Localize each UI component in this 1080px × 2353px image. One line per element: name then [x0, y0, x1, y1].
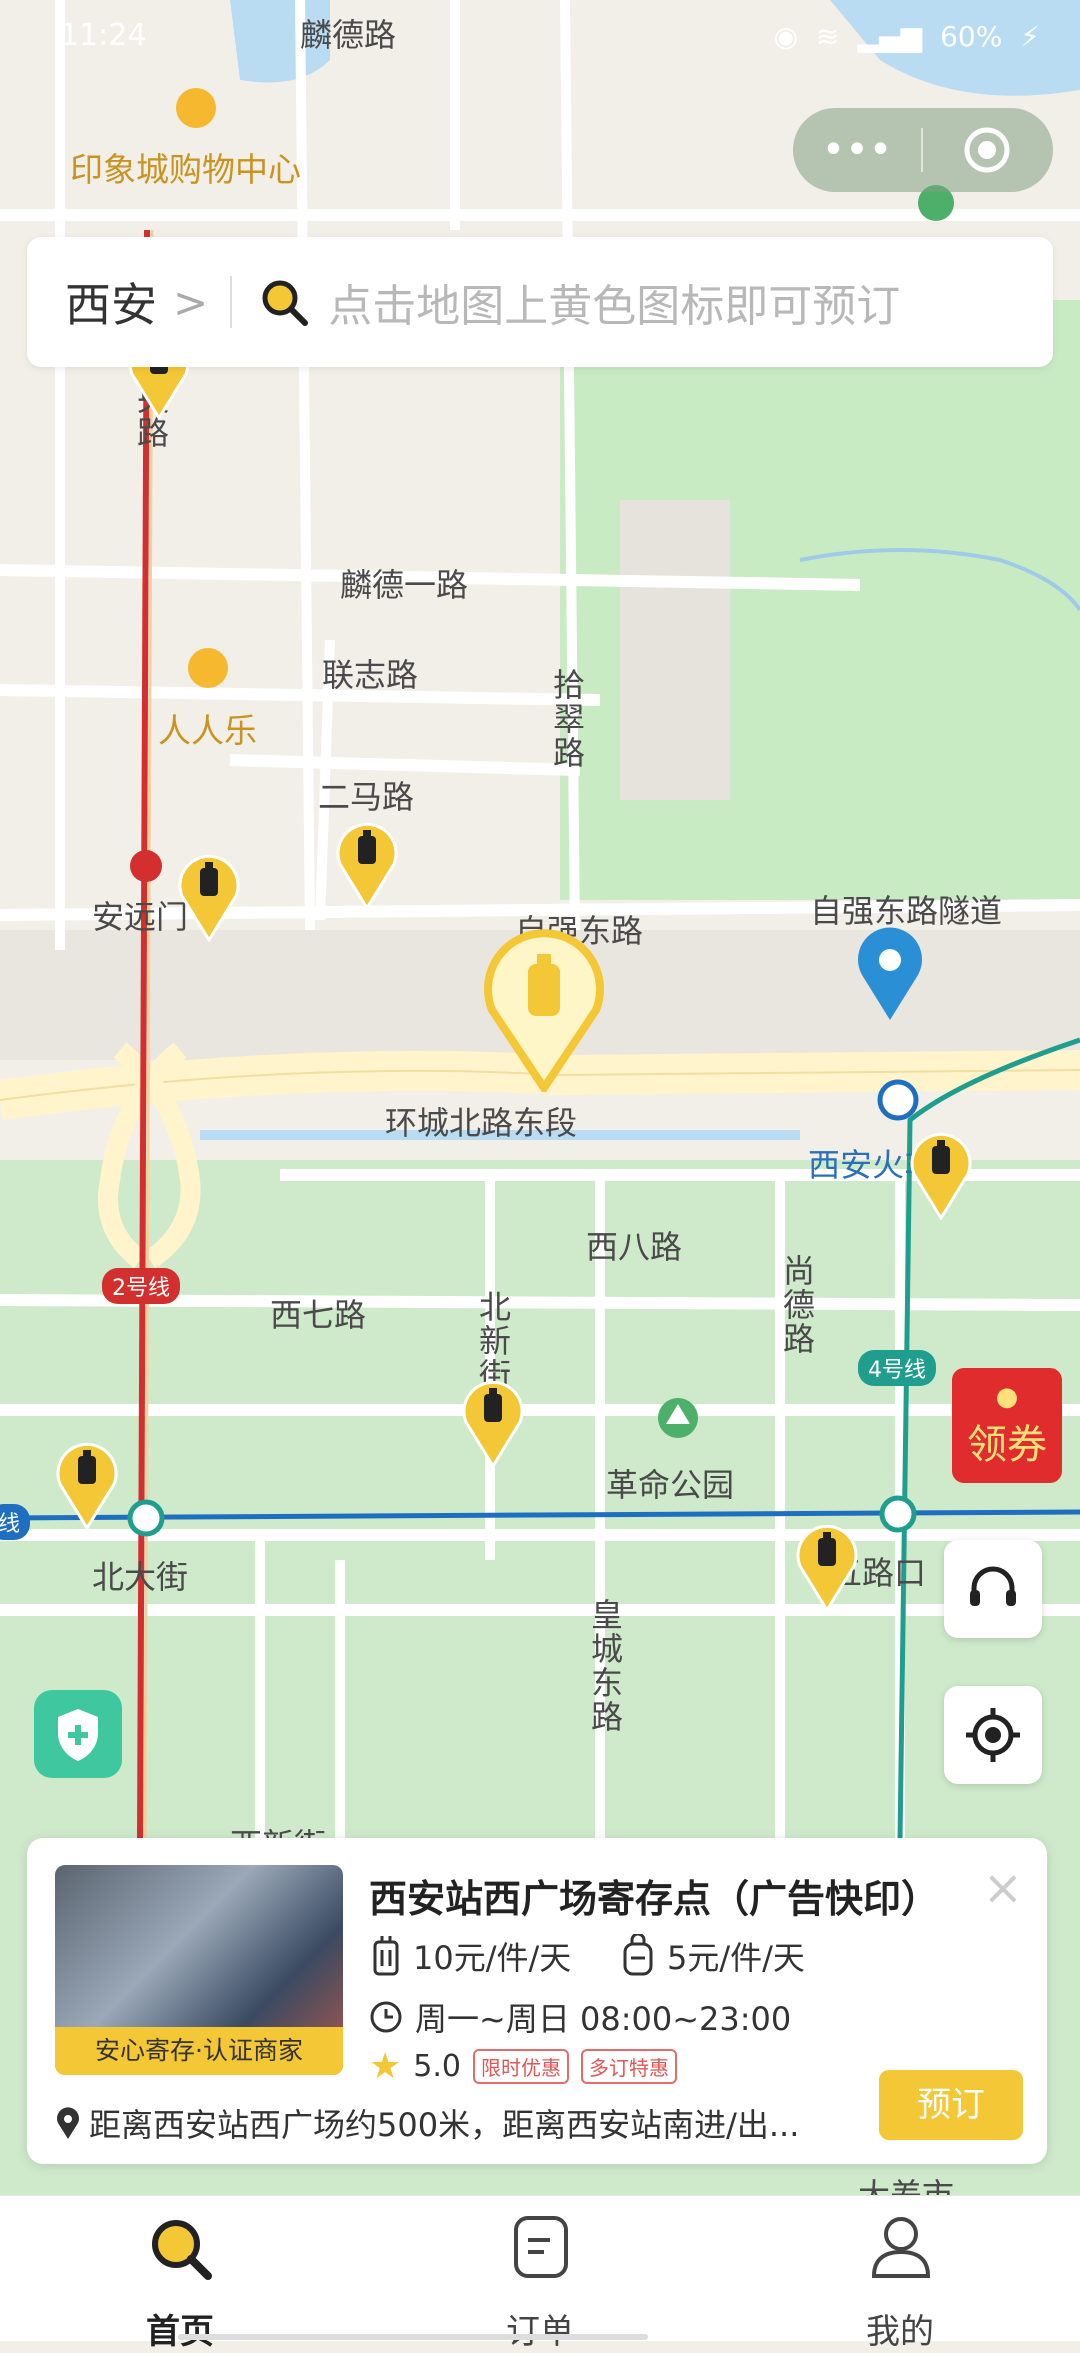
line-4-badge: 4号线: [858, 1350, 936, 1386]
bottom-tab-bar: 首页 订单 我的: [0, 2195, 1080, 2352]
storage-detail-card[interactable]: 安心寄存·认证商家 西安站西广场寄存点（广告快印） × 10元/件/天 5元/件…: [27, 1838, 1047, 2164]
promo-tag: 多订特惠: [581, 2049, 677, 2084]
target-close-icon[interactable]: [923, 126, 1051, 174]
street-xiba: 西八路: [586, 1228, 683, 1266]
charging-icon: ⚡: [1020, 20, 1040, 53]
luggage-price: 10元/件/天: [369, 1933, 571, 1979]
search-input[interactable]: 点击地图上黄色图标即可预订: [328, 270, 900, 334]
coupon-icon: ●: [995, 1382, 1019, 1412]
street-shangde: 尚德路: [778, 1254, 816, 1356]
storage-title: 西安站西广场寄存点（广告快印）: [369, 1877, 940, 1921]
station-xian-rail[interactable]: [877, 1079, 919, 1121]
coupon-label: 领券: [967, 1422, 1047, 1468]
storage-pin[interactable]: [796, 1522, 858, 1612]
station-wulukou[interactable]: [879, 1495, 917, 1533]
close-icon[interactable]: ×: [983, 1860, 1023, 1916]
street-erma: 二马路: [318, 778, 415, 816]
promo-tag: 限时优惠: [473, 2049, 569, 2084]
street-ziqiang-tunnel: 自强东路隧道: [810, 892, 1003, 930]
rating-score: 5.0: [413, 2049, 461, 2084]
poi-yinxiang-mall[interactable]: 印象城购物中心: [70, 143, 301, 191]
backpack-icon: [623, 1934, 653, 1976]
selected-storage-pin[interactable]: [482, 926, 606, 1092]
tab-orders[interactable]: 订单: [440, 2196, 640, 2352]
opening-hours-text: 周一~周日 08:00~23:00: [415, 2000, 792, 2038]
street-linde-1: 麟德一路: [340, 566, 469, 604]
block-gray: [620, 500, 730, 800]
bag-price: 5元/件/天: [619, 1933, 805, 1979]
headset-icon: [970, 1566, 1016, 1606]
park-tree-icon: [658, 1398, 698, 1438]
station-beidajie[interactable]: [127, 1499, 165, 1537]
status-right: ◉ ≋ ▂▄▆ 60% ⚡: [774, 20, 1040, 53]
street-beidajie: 北大街: [92, 1558, 189, 1596]
street-beixinjie: 北新街: [474, 1290, 512, 1392]
storage-pin[interactable]: [462, 1378, 524, 1468]
search-icon: [152, 2220, 212, 2280]
status-time: 11:24: [60, 18, 147, 53]
street-huancheng-north-east: 环城北路东段: [385, 1104, 578, 1142]
tab-profile[interactable]: 我的: [800, 2196, 1000, 2352]
suitcase-icon: [373, 1936, 399, 1976]
street-anyuanmen: 安远门: [92, 898, 189, 936]
mini-program-capsule: •••: [793, 108, 1053, 192]
street-xiqi: 西七路: [270, 1296, 367, 1334]
tab-home[interactable]: 首页: [80, 2196, 280, 2352]
address-text: 距离西安站西广场约500米，距离西安站南进/出...: [89, 2106, 800, 2144]
order-icon: [514, 2216, 568, 2278]
line-2-badge: 2号线: [102, 1268, 180, 1304]
address-row: 距离西安站西广场约500米，距离西安站南进/出...: [55, 2100, 799, 2146]
tab-orders-label: 订单: [506, 2312, 574, 2352]
chevron-right-icon[interactable]: >: [173, 278, 208, 327]
search-bar[interactable]: 西安 > 点击地图上黄色图标即可预订: [27, 237, 1053, 367]
search-icon: [262, 280, 309, 326]
clock-icon: [370, 2001, 402, 2033]
search-divider: [230, 276, 233, 328]
rating-row: ★ 5.0 限时优惠 多订特惠: [369, 2046, 677, 2087]
locate-button[interactable]: [944, 1686, 1042, 1784]
coupon-button[interactable]: ● 领券: [952, 1368, 1062, 1483]
city-selector[interactable]: 西安: [65, 269, 157, 335]
customer-service-button[interactable]: [944, 1540, 1042, 1638]
mall-poi-icon: [176, 88, 216, 128]
luggage-price-text: 10元/件/天: [413, 1939, 572, 1977]
storage-photo[interactable]: 安心寄存·认证商家: [55, 1865, 343, 2075]
line-1-badge: 线: [0, 1504, 31, 1540]
tab-home-label: 首页: [146, 2312, 214, 2352]
user-icon: [871, 2217, 931, 2278]
wifi-icon: ≋: [816, 20, 840, 53]
storage-pin[interactable]: [336, 820, 398, 910]
bag-price-text: 5元/件/天: [667, 1939, 805, 1977]
locate-icon: [966, 1708, 1020, 1762]
battery-level: 60%: [940, 20, 1003, 53]
more-dots-icon[interactable]: •••: [793, 130, 921, 170]
shield-plus-icon: [58, 1709, 98, 1761]
signal-icon: ▂▄▆: [857, 20, 923, 53]
street-lianzhi: 联志路: [322, 656, 419, 694]
certified-badge: 安心寄存·认证商家: [55, 2027, 343, 2075]
poi-geming-park[interactable]: 革命公园: [606, 1460, 734, 1506]
station-anyuanmen[interactable]: [130, 850, 162, 882]
storage-pin[interactable]: [910, 1130, 972, 1220]
tab-profile-label: 我的: [866, 2312, 934, 2352]
storage-pin[interactable]: [56, 1440, 118, 1530]
street-shicui: 拾翠路: [548, 668, 586, 770]
street-huangcheng-east: 皇城东路: [586, 1598, 624, 1734]
opening-hours: 周一~周日 08:00~23:00: [369, 1994, 791, 2040]
star-icon: ★: [369, 2046, 402, 2087]
storage-pin[interactable]: [178, 852, 240, 942]
poi-renrenle[interactable]: 人人乐: [158, 704, 257, 752]
location-status-icon: ◉: [773, 20, 799, 53]
safety-button[interactable]: [34, 1690, 122, 1778]
renrenle-poi-icon: [188, 648, 228, 688]
home-indicator: [178, 2334, 648, 2340]
book-button[interactable]: 预订: [879, 2070, 1023, 2140]
status-bar: 11:24 ◉ ≋ ▂▄▆ 60% ⚡: [0, 0, 1080, 80]
location-pin-icon: [57, 2107, 79, 2139]
